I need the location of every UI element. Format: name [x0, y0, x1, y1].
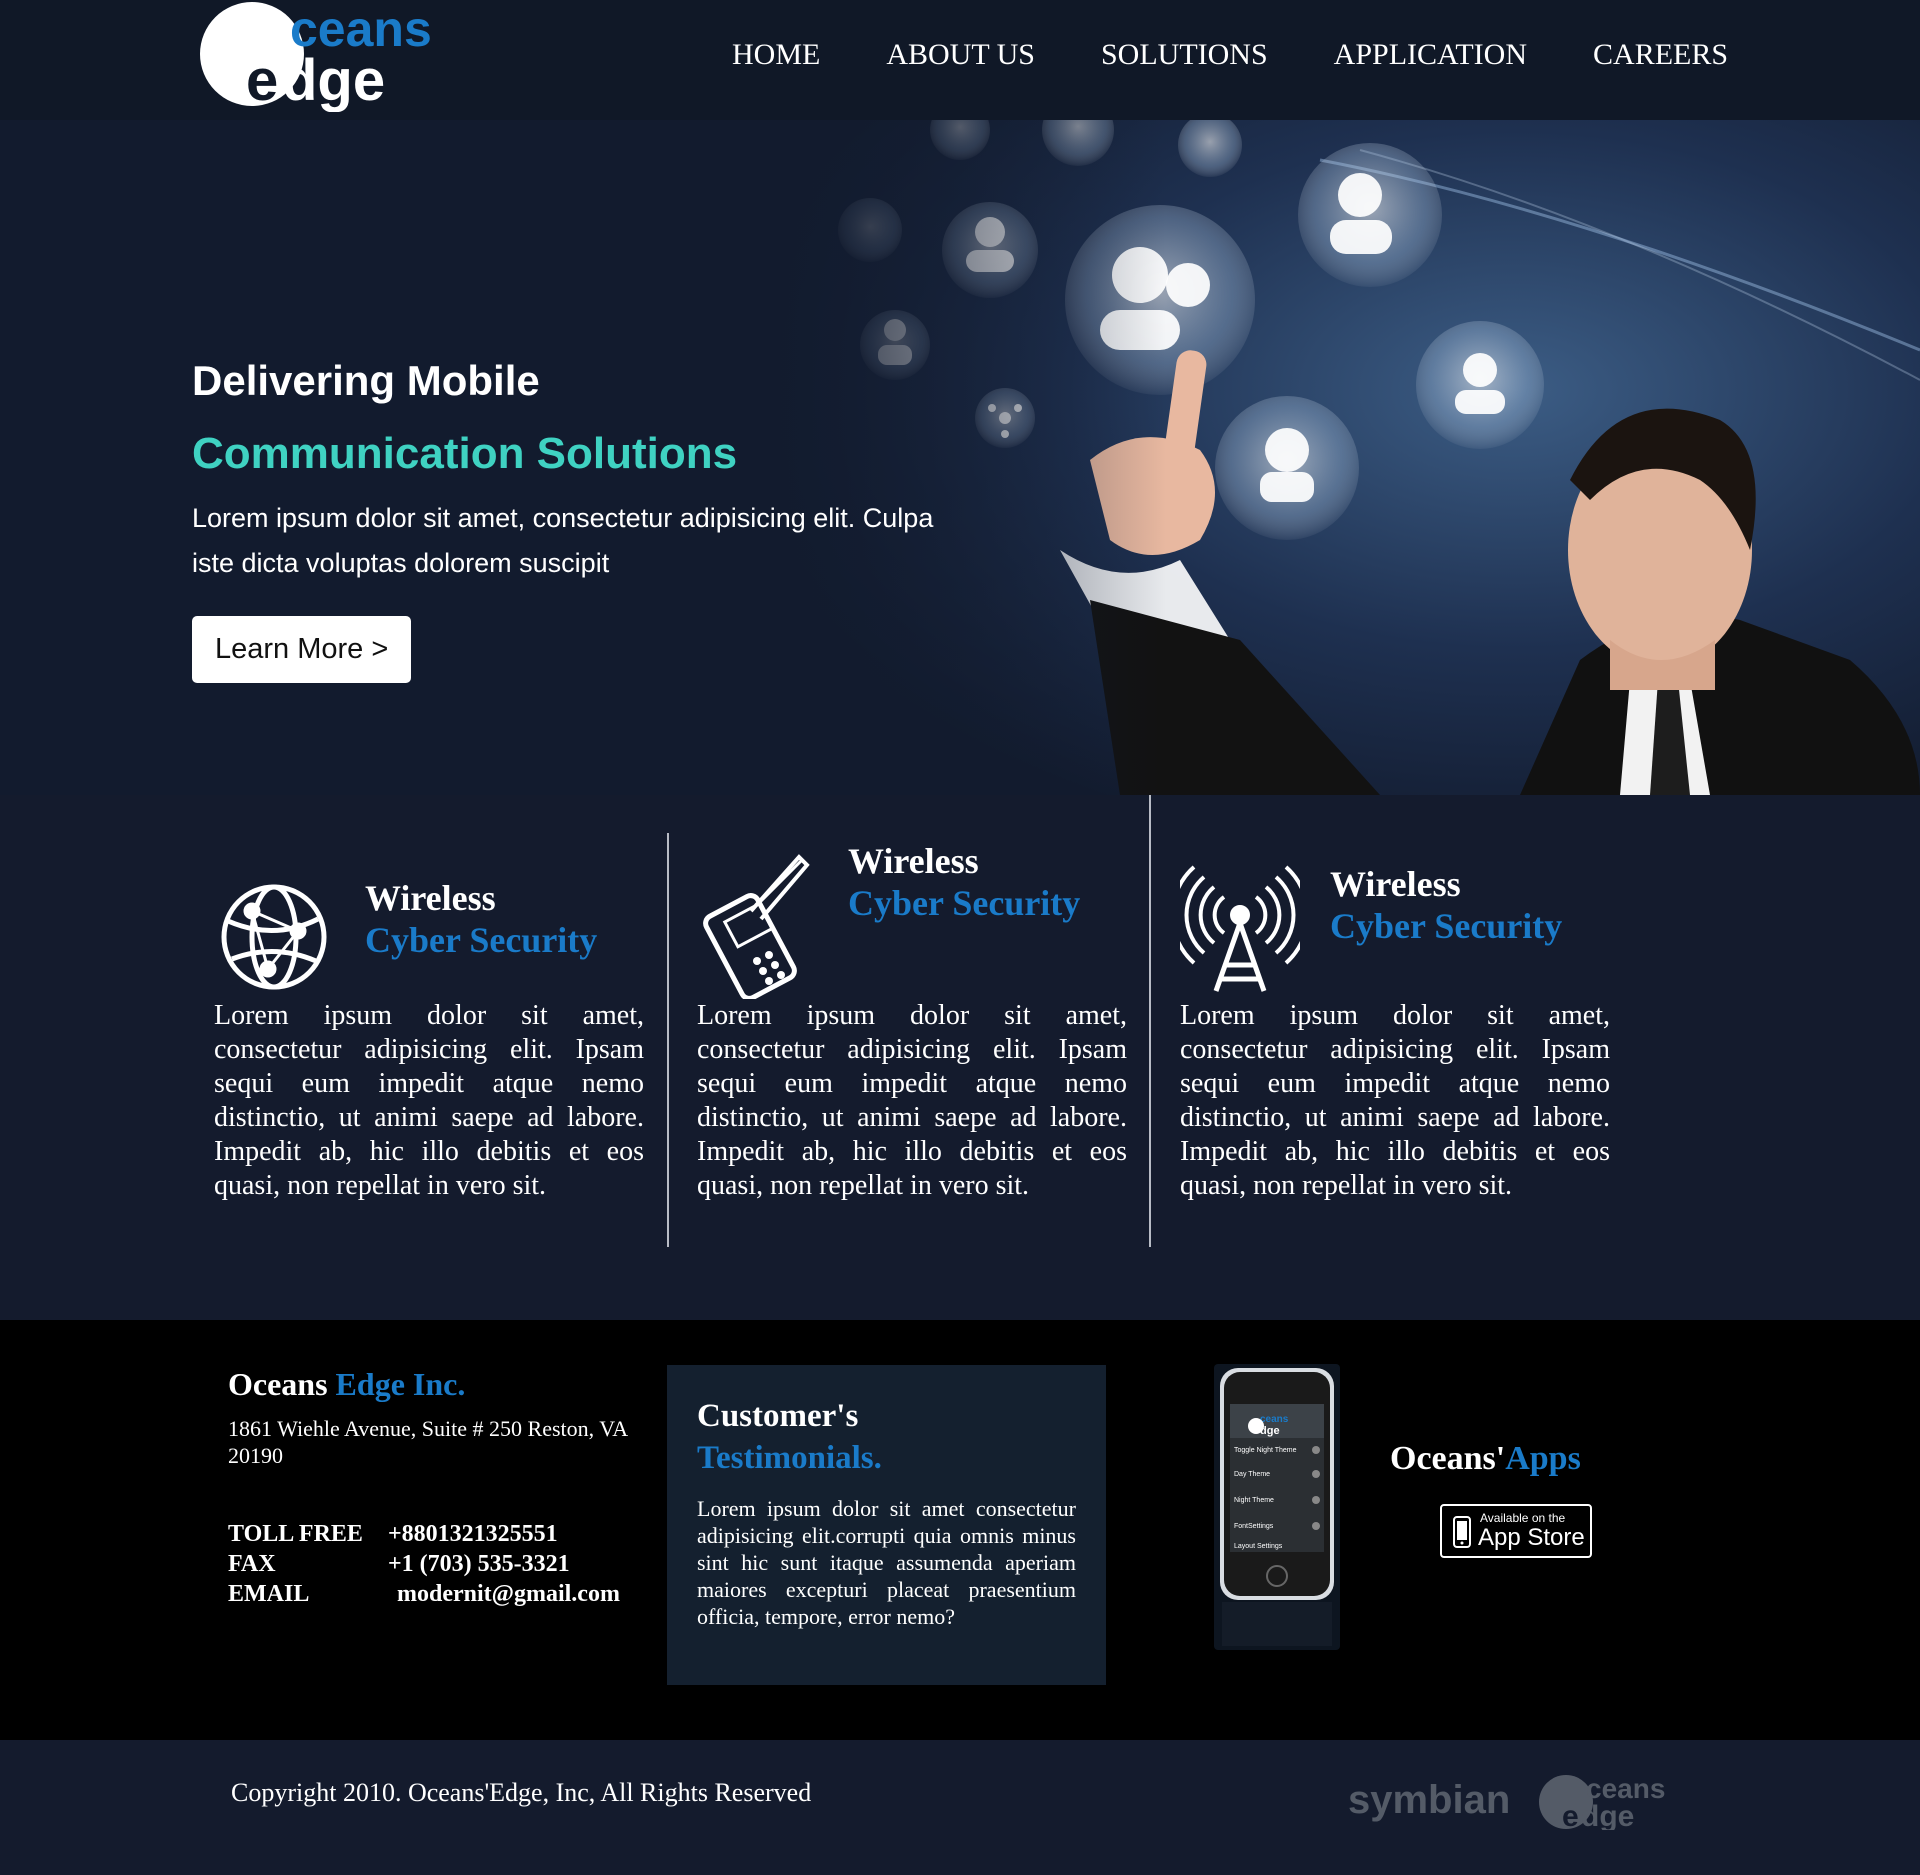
contact-label: FAX: [228, 1551, 276, 1577]
logo-e-letter: e: [246, 48, 278, 112]
feature-title-1-line2: Cyber Security: [365, 920, 598, 960]
testimonials-body: Lorem ipsum dolor sit amet consectetur a…: [697, 1496, 1076, 1629]
feature-title-1-line1: Wireless: [365, 878, 496, 918]
contact-value[interactable]: +8801321325551: [388, 1519, 558, 1549]
hero-text-block: Delivering Mobile Communication Solution…: [192, 356, 982, 683]
main-nav: HOME ABOUT US SOLUTIONS APPLICATION CARE…: [732, 38, 1728, 72]
phone-logo-top: ceans: [1260, 1414, 1289, 1425]
appstore-small-text: Available on the: [1480, 1511, 1566, 1525]
bottom-bar: Copyright 2010. Oceans'Edge, Inc, All Ri…: [0, 1740, 1920, 1875]
apps-title-blue: Apps: [1505, 1440, 1581, 1477]
company-name-white: Oceans: [228, 1366, 328, 1402]
phone-menu-item: Layout Settings: [1234, 1543, 1283, 1550]
apps-title: Oceans'Apps: [1390, 1440, 1581, 1478]
phone-menu-item: FontSettings: [1234, 1523, 1274, 1530]
nav-solutions[interactable]: SOLUTIONS: [1101, 38, 1268, 72]
company-name-blue: Edge Inc.: [335, 1366, 466, 1402]
app-store-badge[interactable]: Available on the App Store: [1440, 1504, 1592, 1558]
hero-section: Delivering Mobile Communication Solution…: [0, 120, 1920, 795]
iphone-icon: [1453, 1516, 1471, 1548]
nav-home[interactable]: HOME: [732, 38, 820, 72]
feature-title-2-line2: Cyber Security: [848, 883, 1081, 923]
feature-divider-2: [1149, 795, 1151, 1247]
feature-title-3-line1: Wireless: [1330, 864, 1461, 904]
site-header: ceans e dge HOME ABOUT US SOLUTIONS APPL…: [0, 0, 1920, 120]
hero-title-line2: Communication Solutions: [192, 429, 738, 478]
company-address: 1861 Wiehle Avenue, Suite # 250 Reston, …: [228, 1416, 627, 1468]
feature-title-3-line2: Cyber Security: [1330, 906, 1563, 946]
small-logo-bottom: dge: [1581, 1800, 1634, 1830]
oceans-edge-small-logo: ceans e dge: [1538, 1770, 1688, 1833]
learn-more-button[interactable]: Learn More >: [192, 616, 412, 683]
contact-toll-free: TOLL FREE +8801321325551: [228, 1519, 668, 1549]
contact-value[interactable]: modernit@gmail.com: [397, 1579, 620, 1609]
copyright-text: Copyright 2010. Oceans'Edge, Inc, All Ri…: [231, 1778, 812, 1807]
appstore-big-text: App Store: [1478, 1524, 1585, 1551]
feature-title-2: Wireless Cyber Security: [848, 840, 1080, 924]
phone-menu-item: Toggle Night Theme: [1234, 1447, 1297, 1454]
hero-description: Lorem ipsum dolor sit amet, consectetur …: [192, 503, 934, 578]
feature-body-3: Lorem ipsum dolor sit amet, consectetur …: [1180, 1000, 1610, 1201]
contact-value: +1 (703) 535-3321: [388, 1551, 570, 1577]
small-logo-e: e: [1562, 1800, 1579, 1830]
apps-title-white: Oceans': [1390, 1440, 1506, 1477]
oceans-edge-logo[interactable]: ceans e dge: [196, 0, 466, 112]
contact-fax: FAX +1 (703) 535-3321: [228, 1549, 668, 1579]
logo-dge-text: dge: [282, 48, 385, 112]
feature-title-2-line1: Wireless: [848, 841, 979, 881]
globe-network-icon: [218, 881, 330, 998]
feature-title-1: Wireless Cyber Security: [365, 877, 597, 961]
site-footer: Oceans Edge Inc. 1861 Wiehle Avenue, Sui…: [0, 1320, 1920, 1740]
phone-menu-item: Night Theme: [1234, 1497, 1274, 1504]
mobile-phone-icon: [699, 849, 811, 1004]
nav-application[interactable]: APPLICATION: [1334, 38, 1527, 72]
symbian-logo: symbian: [1348, 1778, 1511, 1822]
iphone-image: ceans dge Toggle Night Theme Day Theme N…: [1212, 1364, 1342, 1650]
phone-menu-item: Day Theme: [1234, 1471, 1270, 1478]
feature-body-1: Lorem ipsum dolor sit amet, consectetur …: [214, 1000, 644, 1201]
contact-label: EMAIL: [228, 1581, 310, 1607]
testimonials-title-blue: Testimonials.: [697, 1440, 882, 1476]
features-section: Wireless Cyber Security Lorem ipsum dolo…: [0, 795, 1920, 1320]
feature-title-3: Wireless Cyber Security: [1330, 863, 1562, 947]
testimonials-title-white: Customer's: [697, 1398, 859, 1434]
testimonials-box: Customer's Testimonials. Lorem ipsum dol…: [667, 1365, 1106, 1685]
feature-divider-1: [667, 833, 669, 1247]
hero-title-line1: Delivering Mobile: [192, 357, 540, 404]
company-name: Oceans Edge Inc.: [228, 1366, 668, 1403]
testimonials-title: Customer's Testimonials.: [697, 1395, 1076, 1479]
nav-careers[interactable]: CAREERS: [1593, 38, 1728, 72]
feature-body-2: Lorem ipsum dolor sit amet, consectetur …: [697, 1000, 1127, 1201]
nav-about-us[interactable]: ABOUT US: [886, 38, 1035, 72]
contact-label: TOLL FREE: [228, 1521, 363, 1547]
contact-list: TOLL FREE +8801321325551 FAX +1 (703) 53…: [228, 1519, 668, 1609]
contact-email: EMAIL modernit@gmail.com: [228, 1579, 668, 1609]
antenna-tower-icon: [1170, 861, 1310, 998]
company-info: Oceans Edge Inc. 1861 Wiehle Avenue, Sui…: [228, 1366, 668, 1609]
